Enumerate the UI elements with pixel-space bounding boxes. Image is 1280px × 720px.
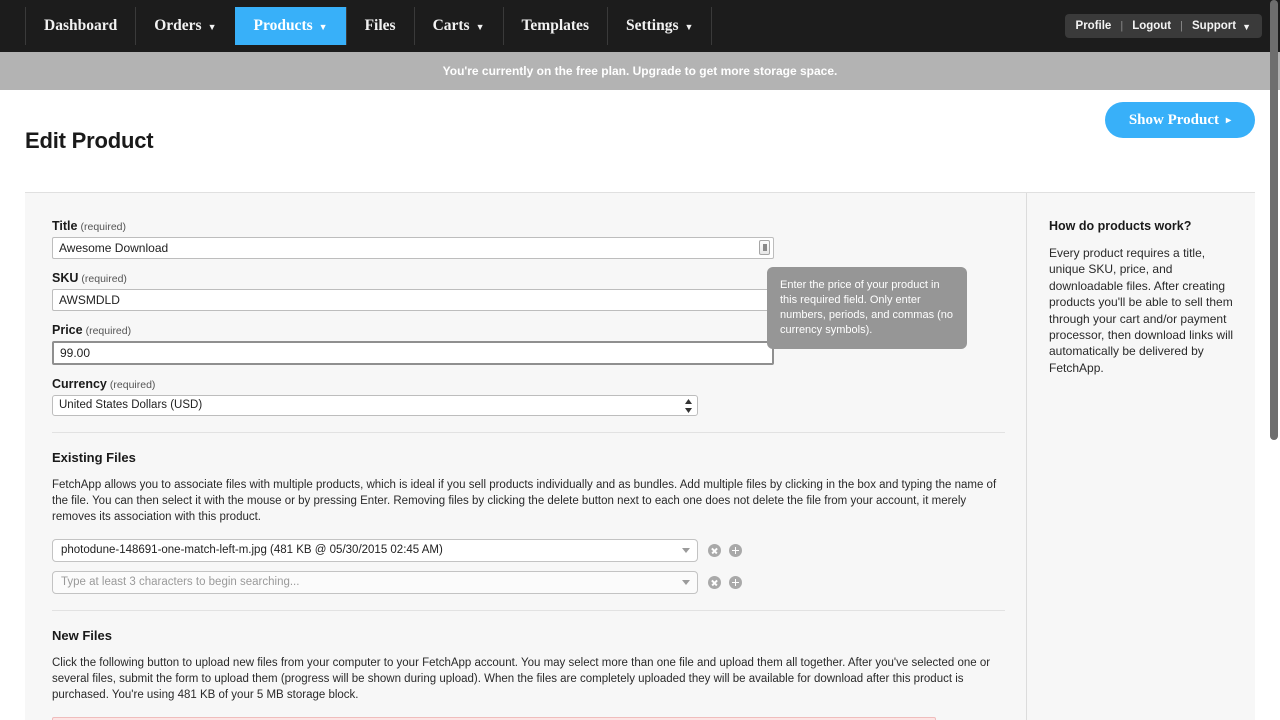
remove-file-icon[interactable] bbox=[708, 576, 721, 589]
nav-tab-settings[interactable]: Settings ▼ bbox=[606, 7, 713, 45]
help-sidebar: How do products work? Every product requ… bbox=[1027, 193, 1255, 720]
chevron-down-icon bbox=[682, 548, 690, 553]
free-plan-banner[interactable]: You're currently on the free plan. Upgra… bbox=[0, 52, 1280, 90]
top-navigation-bar: Dashboard Orders ▼ Products ▼ Files Cart… bbox=[0, 0, 1280, 52]
help-sidebar-heading: How do products work? bbox=[1049, 219, 1192, 233]
price-input[interactable] bbox=[52, 341, 774, 365]
chevron-down-icon: ▼ bbox=[684, 21, 694, 32]
nav-tab-label: Templates bbox=[521, 17, 589, 34]
menu-separator: | bbox=[1120, 20, 1124, 32]
page-title: Edit Product bbox=[25, 128, 154, 153]
currency-field-label: Currency (required) bbox=[52, 377, 999, 391]
price-label-text: Price bbox=[52, 323, 83, 337]
account-menu: Profile | Logout | Support ▼ bbox=[1064, 14, 1262, 38]
nav-tab-templates[interactable]: Templates bbox=[502, 7, 607, 45]
chevron-down-icon bbox=[682, 580, 690, 585]
stepper-arrows-glyph bbox=[685, 398, 692, 413]
section-divider bbox=[52, 610, 1005, 611]
chevron-down-icon: ▼ bbox=[207, 21, 217, 32]
sku-input[interactable] bbox=[52, 289, 774, 311]
profile-link[interactable]: Profile bbox=[1076, 20, 1112, 32]
nav-tab-label: Orders bbox=[154, 17, 202, 34]
currency-select[interactable]: United States Dollars (USD) bbox=[52, 395, 698, 416]
existing-file-select[interactable]: photodune-148691-one-match-left-m.jpg (4… bbox=[52, 539, 698, 562]
sku-required-note: (required) bbox=[81, 273, 127, 285]
show-product-label: Show Product bbox=[1128, 111, 1219, 128]
title-required-note: (required) bbox=[80, 221, 127, 233]
file-search-placeholder: Type at least 3 characters to begin sear… bbox=[61, 576, 300, 588]
price-help-tooltip: Enter the price of your product in this … bbox=[767, 267, 967, 349]
show-product-button[interactable]: Show Product ▸ bbox=[1104, 102, 1255, 138]
remove-file-icon[interactable] bbox=[708, 544, 721, 557]
logout-link[interactable]: Logout bbox=[1132, 20, 1171, 32]
edit-product-panel: Title(required) SKU(required) Price(requ… bbox=[25, 192, 1255, 720]
nav-tab-carts[interactable]: Carts ▼ bbox=[413, 7, 503, 45]
free-plan-banner-text: You're currently on the free plan. Upgra… bbox=[442, 64, 838, 78]
nav-tab-products[interactable]: Products ▼ bbox=[234, 7, 346, 45]
currency-required-note: (required) bbox=[109, 379, 156, 391]
add-file-icon[interactable] bbox=[729, 576, 742, 589]
file-search-select[interactable]: Type at least 3 characters to begin sear… bbox=[52, 571, 698, 594]
nav-tab-orders[interactable]: Orders ▼ bbox=[135, 7, 234, 45]
existing-file-name: photodune-148691-one-match-left-m.jpg (4… bbox=[61, 544, 443, 556]
product-form: Title(required) SKU(required) Price(requ… bbox=[25, 193, 1026, 720]
resize-grabber-icon[interactable] bbox=[759, 240, 770, 255]
arrow-right-icon: ▸ bbox=[1225, 114, 1231, 126]
title-input-wrapper bbox=[52, 237, 774, 259]
menu-separator: | bbox=[1180, 20, 1183, 32]
add-file-icon[interactable] bbox=[729, 544, 742, 557]
nav-tab-label: Files bbox=[364, 17, 396, 34]
chevron-down-icon: ▼ bbox=[318, 21, 328, 32]
help-sidebar-body: Every product requires a title, unique S… bbox=[1049, 246, 1234, 375]
nav-tab-label: Carts bbox=[432, 17, 470, 34]
existing-files-heading: Existing Files bbox=[52, 450, 136, 465]
chevron-down-icon: ▼ bbox=[1242, 21, 1251, 32]
support-link[interactable]: Support bbox=[1192, 20, 1236, 32]
currency-select-wrapper: United States Dollars (USD) bbox=[52, 395, 698, 416]
sku-label-text: SKU bbox=[52, 271, 79, 285]
title-input[interactable] bbox=[52, 237, 774, 259]
new-files-heading: New Files bbox=[52, 628, 112, 643]
new-files-description: Click the following button to upload new… bbox=[52, 657, 991, 701]
price-required-note: (required) bbox=[85, 325, 132, 337]
existing-file-row: photodune-148691-one-match-left-m.jpg (4… bbox=[52, 539, 999, 562]
chevron-down-icon: ▼ bbox=[475, 21, 485, 32]
section-divider bbox=[52, 432, 1005, 433]
page-scrollbar-thumb[interactable] bbox=[1270, 0, 1278, 440]
title-field-label: Title (required) bbox=[52, 219, 999, 233]
nav-tab-list: Dashboard Orders ▼ Products ▼ Files Cart… bbox=[25, 7, 713, 45]
existing-files-description: FetchApp allows you to associate files w… bbox=[52, 479, 997, 523]
nav-tab-files[interactable]: Files bbox=[345, 7, 414, 45]
nav-tab-dashboard[interactable]: Dashboard bbox=[25, 7, 135, 45]
title-label-text: Title bbox=[52, 219, 78, 233]
price-help-tooltip-text: Enter the price of your product in this … bbox=[780, 279, 954, 336]
stepper-updown-icon[interactable] bbox=[684, 397, 693, 414]
currency-label-text: Currency bbox=[52, 377, 107, 391]
nav-tab-label: Products bbox=[253, 17, 313, 34]
page-scrollbar[interactable] bbox=[1265, 0, 1280, 720]
nav-tab-label: Dashboard bbox=[44, 17, 118, 34]
nav-tab-label: Settings bbox=[625, 17, 679, 34]
page-header: Edit Product bbox=[0, 90, 1280, 192]
existing-file-row: Type at least 3 characters to begin sear… bbox=[52, 571, 999, 594]
